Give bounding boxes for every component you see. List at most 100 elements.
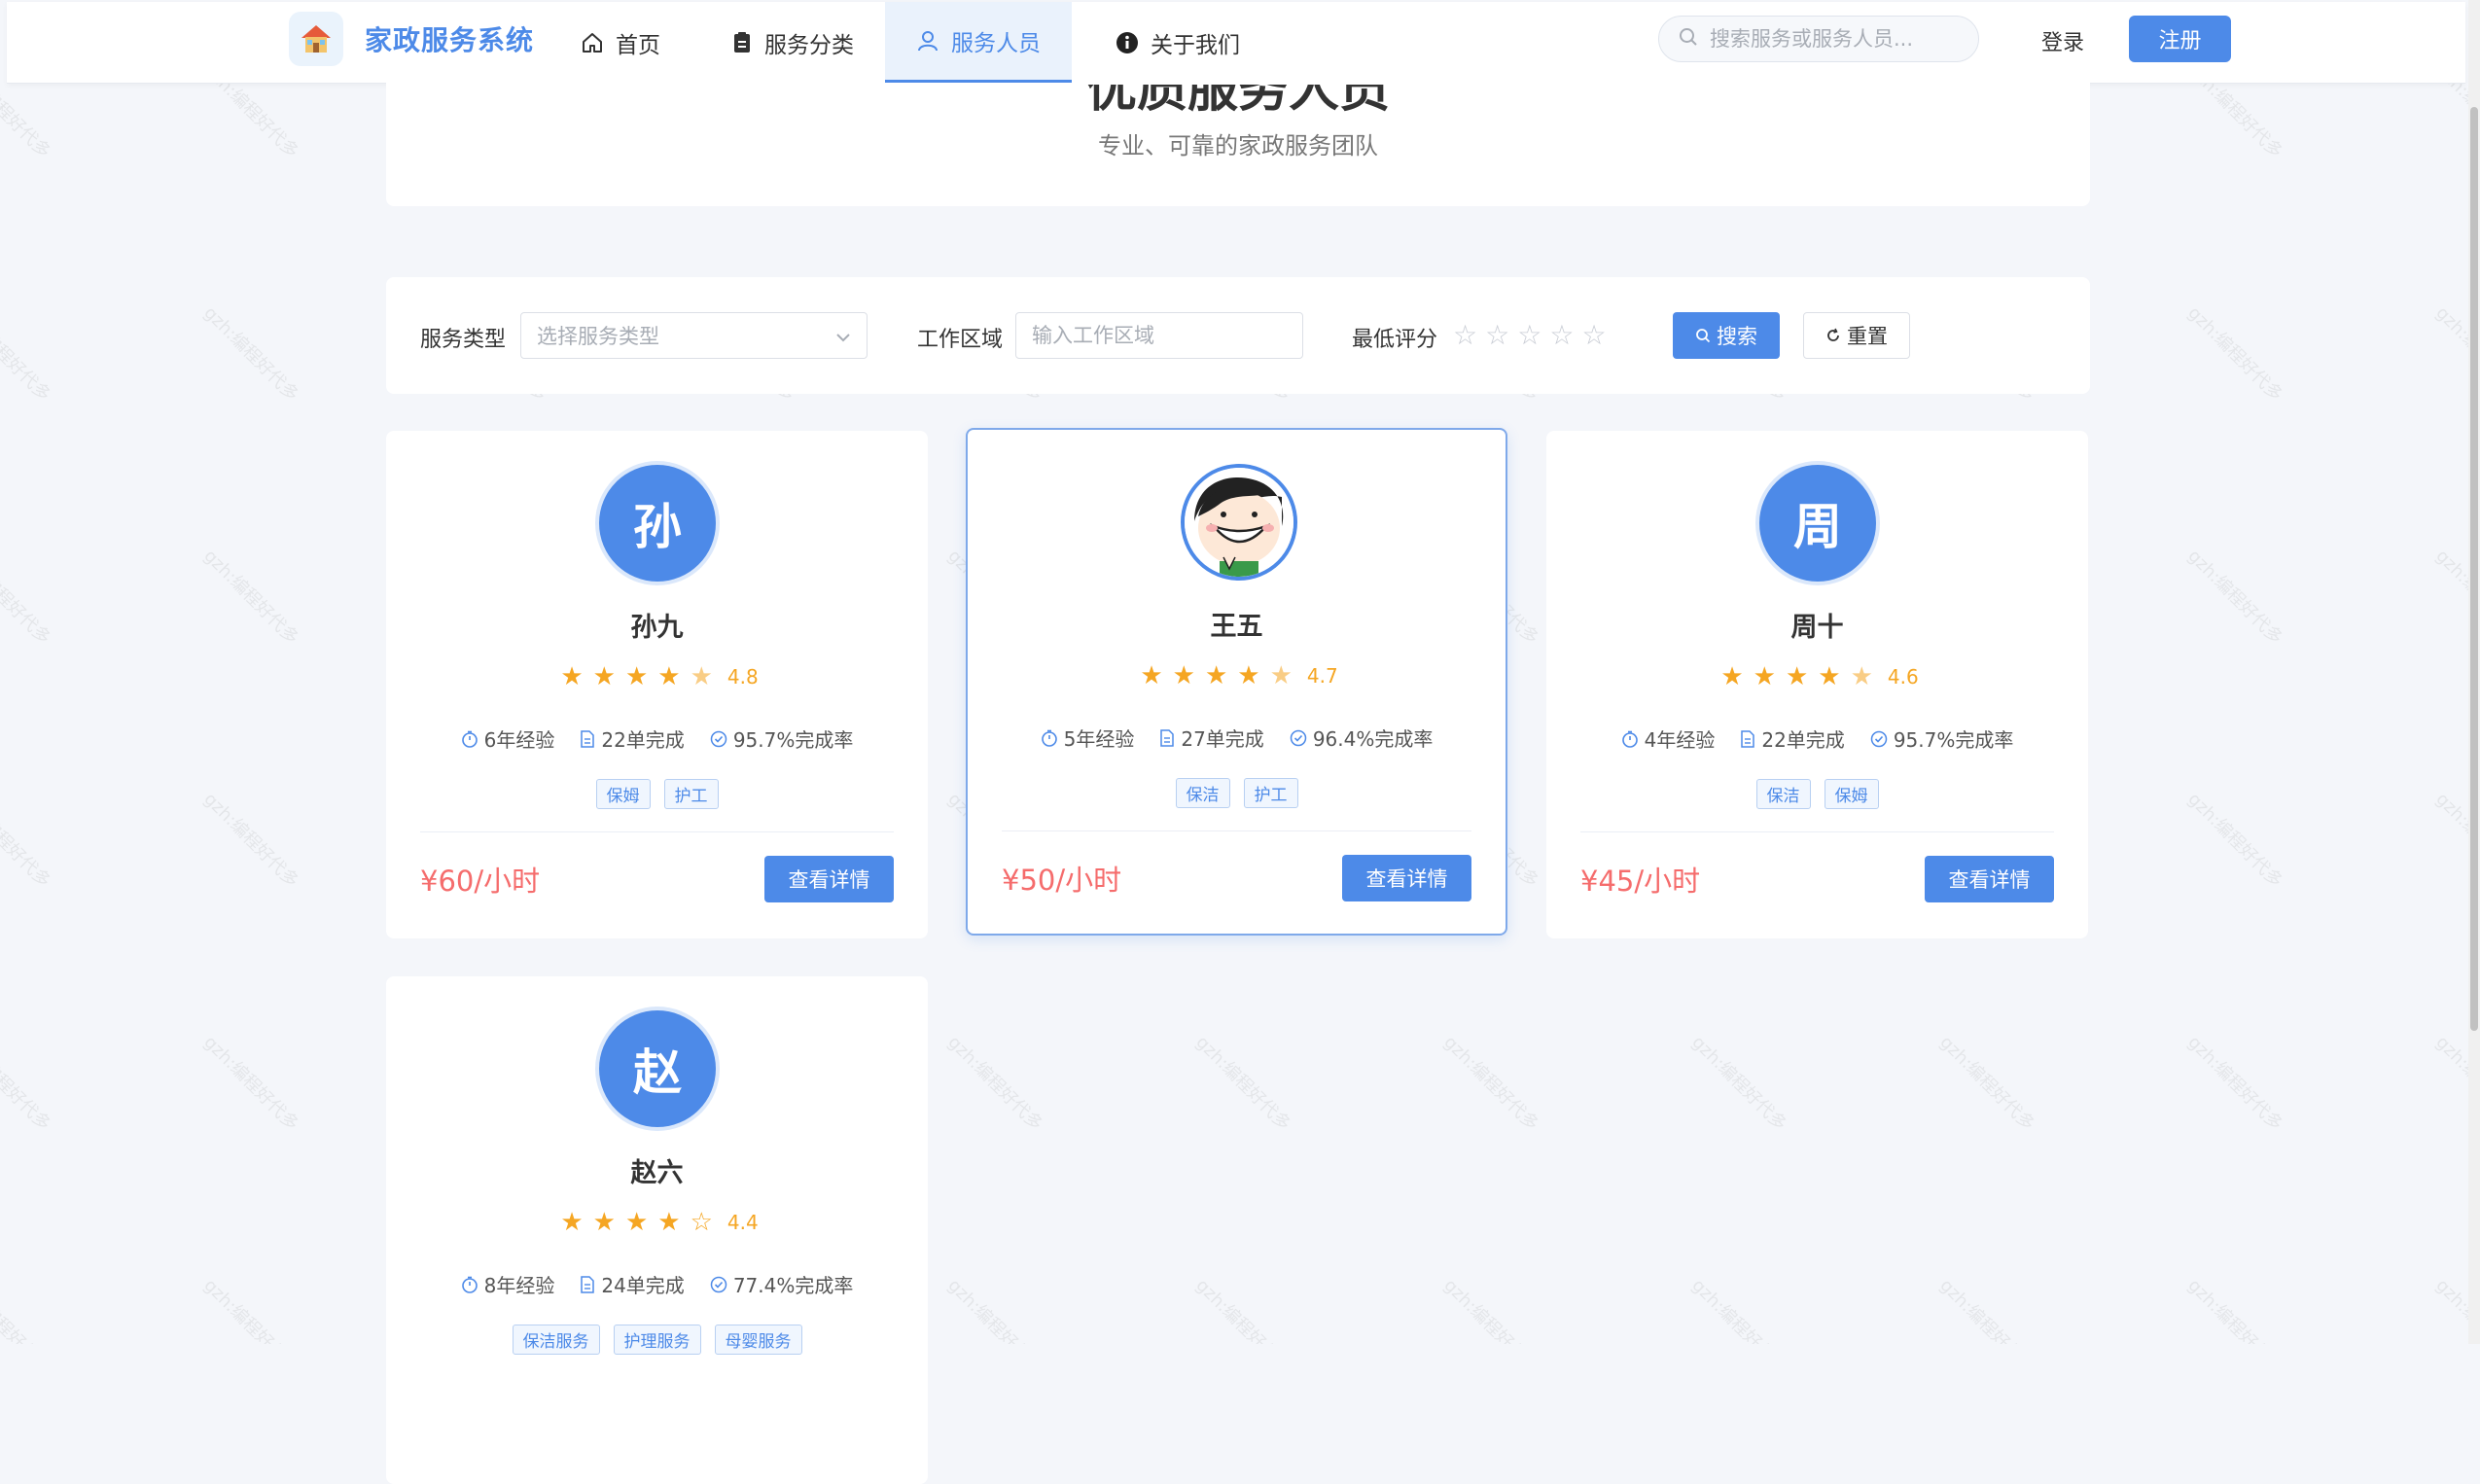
orders-text: 24单完成 <box>601 1274 685 1297</box>
price: ¥45/小时 <box>1580 865 1701 898</box>
star-icon: ★ <box>1172 661 1195 690</box>
service-tags: 保洁 护工 <box>968 778 1506 808</box>
service-tags: 保姆 护工 <box>386 779 928 809</box>
worker-name: 赵六 <box>630 1158 684 1188</box>
search-button[interactable]: 搜索 <box>1673 312 1780 359</box>
nav-about[interactable]: 关于我们 <box>1116 2 1240 83</box>
orders-stat: 22单完成 <box>580 724 685 753</box>
avatar: 周 <box>1759 465 1876 582</box>
watermark-text: gzh:编程好代多 <box>199 302 302 406</box>
login-link[interactable]: 登录 <box>2041 25 2084 56</box>
completion-text: 77.4%完成率 <box>732 1274 854 1297</box>
watermark-text: gzh:编程好代多 <box>2183 1275 2286 1344</box>
reset-button[interactable]: 重置 <box>1803 312 1910 359</box>
star-icon: ★ <box>1753 662 1776 691</box>
worker-card[interactable]: 孙孙九 ★ ★ ★ ★ ★ 4.8 6年经验 22单完成 95.7%完成率 保姆 护工 ¥60/小时 查看… <box>386 431 928 938</box>
service-type-select[interactable]: 选择服务类型 <box>520 312 868 359</box>
check-circle-icon <box>1290 729 1307 747</box>
global-search-box[interactable] <box>1658 16 1979 62</box>
rating: ★ ★ ★ ★ ★ 4.6 <box>1546 664 2088 689</box>
star-icon[interactable]: ☆ <box>1517 322 1541 349</box>
rating: ★ ★ ★ ★ ☆ 4.4 <box>386 1210 928 1235</box>
home-icon <box>581 31 604 54</box>
avatar: 赵 <box>599 1010 716 1127</box>
orders-text: 22单完成 <box>601 728 685 752</box>
star-icon: ★ <box>560 1208 584 1237</box>
completion-text: 95.7%完成率 <box>732 728 854 752</box>
experience-text: 5年经验 <box>1063 727 1135 751</box>
star-icon: ★ <box>657 1208 681 1237</box>
hero-banner: 优质服务人员 专业、可靠的家政服务团队 <box>386 83 2090 206</box>
watermark-text: gzh:编程好代多 <box>1687 1275 1790 1344</box>
area-input[interactable] <box>1015 312 1303 359</box>
star-icon[interactable]: ☆ <box>1485 322 1509 349</box>
timer-icon <box>1621 730 1639 748</box>
service-tag: 保姆 <box>595 779 651 809</box>
register-button[interactable]: 注册 <box>2129 16 2231 62</box>
watermark-text: gzh:编程好代多 <box>1439 1032 1542 1135</box>
worker-card[interactable]: 王五 ★ ★ ★ ★ ★ 4.7 5年经验 27单完成 96.4%完成率 保洁 护工 ¥50/小时 查看详… <box>966 428 1507 936</box>
view-detail-button[interactable]: 查看详情 <box>1342 855 1471 901</box>
service-tag: 母婴服务 <box>714 1325 802 1355</box>
worker-name: 周十 <box>1790 613 1844 643</box>
experience-text: 6年经验 <box>483 728 555 752</box>
orders-text: 22单完成 <box>1761 728 1845 752</box>
worker-stats: 8年经验 24单完成 77.4%完成率 <box>386 1270 928 1298</box>
min-rating-stars[interactable]: ☆ ☆ ☆ ☆ ☆ <box>1453 322 1607 349</box>
chevron-down-icon <box>835 324 851 347</box>
orders-text: 27单完成 <box>1181 727 1264 751</box>
watermark-text: gzh:编程好代多 <box>199 1032 302 1135</box>
worker-card[interactable]: 赵赵六 ★ ★ ★ ★ ☆ 4.4 8年经验 24单完成 77.4%完成率 保洁服务 护理服务 母婴服务 <box>386 976 928 1484</box>
worker-stats: 6年经验 22单完成 95.7%完成率 <box>386 724 928 753</box>
min-rating-label: 最低评分 <box>1352 328 1438 352</box>
document-icon <box>580 1275 595 1293</box>
timer-icon <box>461 1276 478 1293</box>
nav-home[interactable]: 首页 <box>581 2 660 83</box>
completion-stat: 96.4%完成率 <box>1290 724 1433 752</box>
service-tag: 保姆 <box>1824 779 1879 809</box>
star-icon[interactable]: ☆ <box>1549 322 1574 349</box>
timer-icon <box>1041 729 1058 747</box>
worker-card[interactable]: 周周十 ★ ★ ★ ★ ★ 4.6 4年经验 22单完成 95.7%完成率 保洁 保姆 ¥45/小时 查看… <box>1546 431 2088 938</box>
orders-stat: 22单完成 <box>1740 724 1845 753</box>
view-detail-button[interactable]: 查看详情 <box>1925 856 2054 902</box>
worker-stats: 4年经验 22单完成 95.7%完成率 <box>1546 724 2088 753</box>
service-type-placeholder: 选择服务类型 <box>537 325 659 348</box>
experience-text: 4年经验 <box>1644 728 1716 752</box>
house-icon <box>289 12 343 66</box>
global-search-input[interactable] <box>1708 26 1955 52</box>
view-detail-button[interactable]: 查看详情 <box>764 856 894 902</box>
star-icon: ☆ <box>690 1208 713 1237</box>
worker-stats: 5年经验 27单完成 96.4%完成率 <box>968 724 1506 752</box>
service-tag: 保洁 <box>1755 779 1811 809</box>
brand-logo[interactable]: 家政服务系统 <box>289 12 534 66</box>
card-divider <box>1580 831 2054 832</box>
watermark-text: gzh:编程好代多 <box>199 789 302 892</box>
service-type-label: 服务类型 <box>420 328 507 352</box>
star-icon: ★ <box>690 662 713 691</box>
service-tags: 保洁服务 护理服务 母婴服务 <box>386 1325 928 1355</box>
star-icon: ★ <box>1720 662 1744 691</box>
card-divider <box>420 831 894 832</box>
rating-value: 4.4 <box>726 1211 759 1234</box>
user-icon <box>916 29 939 53</box>
completion-stat: 77.4%完成率 <box>710 1270 854 1298</box>
nav-workers[interactable]: 服务人员 <box>885 2 1072 83</box>
scrollbar-thumb[interactable] <box>2470 107 2478 1031</box>
star-icon[interactable]: ☆ <box>1453 322 1477 349</box>
star-icon[interactable]: ☆ <box>1581 322 1606 349</box>
watermark-text: gzh:编程好代多 <box>0 1032 54 1135</box>
filter-panel: 服务类型 选择服务类型 工作区域 最低评分 ☆ ☆ ☆ ☆ ☆ 搜索 重置 <box>386 277 2090 394</box>
card-divider <box>1002 830 1471 831</box>
star-icon: ★ <box>1818 662 1841 691</box>
search-icon <box>1695 328 1711 343</box>
info-icon <box>1116 31 1139 54</box>
price: ¥50/小时 <box>1002 864 1122 897</box>
check-circle-icon <box>710 1276 727 1293</box>
document-icon <box>1159 728 1175 747</box>
avatar: 孙 <box>599 465 716 582</box>
experience-stat: 8年经验 <box>461 1270 554 1298</box>
nav-categories[interactable]: 服务分类 <box>731 2 854 83</box>
watermark-text: gzh:编程好代多 <box>943 1275 1046 1344</box>
clipboard-icon <box>731 31 753 54</box>
